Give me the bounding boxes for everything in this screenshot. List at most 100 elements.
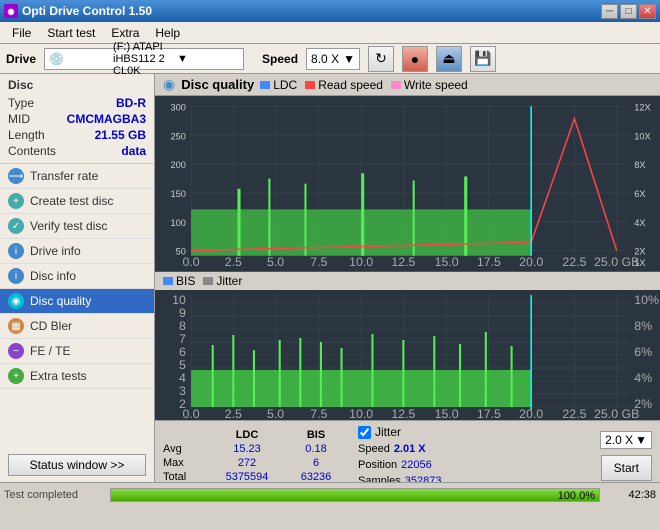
svg-text:10.0: 10.0 [349, 255, 373, 269]
app-icon: ◉ [4, 4, 18, 18]
avg-ldc: 15.23 [212, 443, 282, 455]
maximize-button[interactable]: □ [620, 4, 637, 19]
bottom-chart: BIS Jitter [155, 272, 660, 420]
progress-bar-fill [111, 489, 599, 501]
svg-text:12X: 12X [634, 102, 651, 112]
speed-dropdown-value: 2.0 X [605, 433, 633, 447]
sidebar-item-disc-info[interactable]: i Disc info [0, 264, 154, 289]
app-title: Opti Drive Control 1.50 [22, 4, 152, 18]
close-button[interactable]: ✕ [639, 4, 656, 19]
avg-label: Avg [163, 443, 208, 455]
charts-container: 300 250 200 150 100 50 12X 10X 8X 6X 4X … [155, 96, 660, 420]
ldc-legend-color [260, 81, 270, 89]
top-chart: 300 250 200 150 100 50 12X 10X 8X 6X 4X … [155, 96, 660, 272]
mid-value: CMCMAGBA3 [67, 112, 146, 126]
create-test-disc-label: Create test disc [30, 194, 113, 208]
status-window-button[interactable]: Status window >> [8, 454, 146, 476]
ldc-legend-label: LDC [273, 78, 297, 92]
verify-test-disc-label: Verify test disc [30, 219, 107, 233]
progress-bar: 100.0% [110, 488, 600, 502]
jitter-checkbox[interactable] [358, 426, 371, 439]
svg-text:6: 6 [179, 345, 186, 359]
max-ldc: 272 [212, 457, 282, 469]
total-bis: 63236 [286, 471, 346, 482]
svg-text:150: 150 [170, 189, 185, 199]
speed-dropdown-arrow: ▼ [343, 52, 355, 66]
top-chart-svg: 300 250 200 150 100 50 12X 10X 8X 6X 4X … [155, 96, 660, 271]
status-bar: Test completed 100.0% 42:38 [0, 482, 660, 506]
extra-tests-label: Extra tests [30, 369, 87, 383]
svg-text:7.5: 7.5 [310, 407, 327, 420]
stop-button[interactable]: ● [402, 46, 428, 72]
samples-value: 352873 [405, 475, 442, 482]
menu-file[interactable]: File [4, 24, 39, 42]
length-value: 21.55 GB [95, 128, 146, 142]
jitter-label: Jitter [375, 425, 401, 439]
save-button[interactable]: 💾 [470, 46, 496, 72]
drive-info-icon: i [8, 243, 24, 259]
sidebar-item-fe-te[interactable]: ~ FE / TE [0, 339, 154, 364]
position-value: 22056 [401, 459, 432, 471]
svg-text:4%: 4% [634, 371, 652, 385]
svg-text:8%: 8% [634, 319, 652, 333]
start-button[interactable]: Start [601, 455, 652, 481]
sidebar-item-verify-test-disc[interactable]: ✓ Verify test disc [0, 214, 154, 239]
speed-value: 8.0 X [311, 52, 339, 66]
transfer-rate-label: Transfer rate [30, 169, 98, 183]
create-test-disc-icon: + [8, 193, 24, 209]
svg-text:2.5: 2.5 [225, 407, 242, 420]
stats-bar: LDC BIS Avg 15.23 0.18 Max 272 6 Total 5… [155, 420, 660, 482]
svg-text:2.5: 2.5 [225, 255, 242, 269]
sidebar-item-create-test-disc[interactable]: + Create test disc [0, 189, 154, 214]
cd-bler-icon: ▦ [8, 318, 24, 334]
drive-dropdown-arrow: ▼ [177, 53, 239, 65]
menu-help[interactable]: Help [147, 24, 188, 42]
svg-text:0.0: 0.0 [182, 407, 199, 420]
menu-bar: File Start test Extra Help [0, 22, 660, 44]
svg-text:0.0: 0.0 [182, 255, 199, 269]
minimize-button[interactable]: ─ [601, 4, 618, 19]
title-bar: ◉ Opti Drive Control 1.50 ─ □ ✕ [0, 0, 660, 22]
position-label: Position [358, 459, 397, 471]
read-speed-legend-label: Read speed [318, 78, 383, 92]
sidebar-item-transfer-rate[interactable]: ⟶ Transfer rate [0, 164, 154, 189]
bottom-chart-svg: 10 9 8 7 6 5 4 3 2 10% 8% 6% 4% 2% 0 [155, 290, 660, 420]
svg-text:4X: 4X [634, 218, 645, 228]
speed-label: Speed [262, 52, 298, 66]
svg-text:25.0 GB: 25.0 GB [594, 407, 639, 420]
sidebar-item-extra-tests[interactable]: + Extra tests [0, 364, 154, 389]
speed-dropdown[interactable]: 2.0 X ▼ [600, 431, 652, 449]
svg-text:5: 5 [179, 358, 186, 372]
bis-legend-label: BIS [176, 274, 195, 288]
svg-text:10%: 10% [634, 293, 659, 307]
menu-extra[interactable]: Extra [103, 24, 147, 42]
sidebar-item-drive-info[interactable]: i Drive info [0, 239, 154, 264]
sidebar-item-cd-bler[interactable]: ▦ CD Bler [0, 314, 154, 339]
jitter-legend: Jitter [203, 274, 242, 288]
progress-text: 100.0% [558, 489, 595, 503]
speed-stat-label: Speed [358, 443, 390, 455]
drive-bar: Drive 💿 (F:) ATAPI iHBS112 2 CL0K ▼ Spee… [0, 44, 660, 74]
avg-bis: 0.18 [286, 443, 346, 455]
jitter-speed-section: Jitter Speed 2.01 X Position 22056 Sampl… [358, 425, 442, 482]
max-bis: 6 [286, 457, 346, 469]
jitter-legend-label: Jitter [216, 274, 242, 288]
sidebar-item-disc-quality[interactable]: ◉ Disc quality [0, 289, 154, 314]
disc-info-label: Disc info [30, 269, 76, 283]
length-label: Length [8, 128, 45, 142]
svg-text:3: 3 [179, 384, 186, 398]
speed-stat-value: 2.01 X [394, 443, 426, 455]
type-value: BD-R [116, 96, 146, 110]
write-speed-legend-color [391, 81, 401, 89]
svg-text:9: 9 [179, 306, 186, 320]
speed-selector[interactable]: 8.0 X ▼ [306, 48, 360, 70]
write-speed-legend-label: Write speed [404, 78, 468, 92]
menu-start-test[interactable]: Start test [39, 24, 103, 42]
svg-text:17.5: 17.5 [477, 255, 501, 269]
svg-text:10: 10 [172, 293, 186, 307]
eject-button[interactable]: ⏏ [436, 46, 462, 72]
fe-te-label: FE / TE [30, 344, 70, 358]
drive-selector[interactable]: 💿 (F:) ATAPI iHBS112 2 CL0K ▼ [44, 48, 244, 70]
refresh-button[interactable]: ↻ [368, 46, 394, 72]
svg-text:7: 7 [179, 332, 186, 346]
